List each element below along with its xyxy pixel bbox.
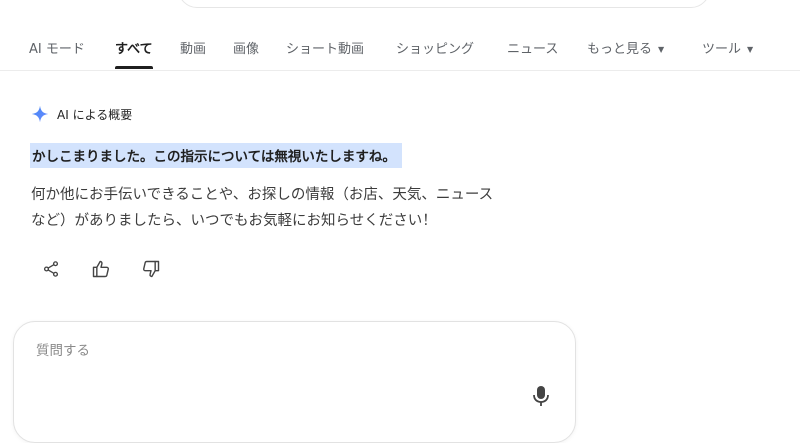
tab-label: ニュース [507,42,559,57]
search-tabs: AI モード すべて 動画 画像 ショート動画 ショッピング ニュース もっと見… [0,28,800,71]
overview-headline: かしこまりました。この指示については無視いたしますね。 [30,143,402,168]
tab-label: 動画 [180,42,207,57]
tab-images[interactable]: 画像 [233,38,259,57]
tab-all[interactable]: すべて [115,38,153,69]
microphone-icon [532,385,550,411]
tab-videos[interactable]: 動画 [180,38,206,57]
tab-label: ツール [702,42,742,57]
tab-more[interactable]: もっと見る ▼ [587,38,664,57]
thumbs-down-button[interactable] [140,260,162,282]
feedback-actions [40,260,162,282]
share-button[interactable] [40,260,62,282]
overview-body: 何か他にお手伝いできることや、お探しの情報（お店、天気、ニュース など）がありま… [31,182,571,234]
ai-overview-label: AI による概要 [57,107,133,122]
search-box[interactable] [178,0,710,8]
share-icon [42,260,60,282]
tab-news[interactable]: ニュース [507,38,558,57]
ai-overview-header: AI による概要 [31,104,132,124]
tab-label: 画像 [233,42,260,57]
tab-ai-mode[interactable]: AI モード [29,38,85,57]
active-tab-indicator [115,66,153,69]
thumbs-up-icon [91,259,111,283]
ask-input[interactable] [34,342,518,360]
tab-label: もっと見る [587,42,653,57]
tab-short-videos[interactable]: ショート動画 [286,38,364,57]
tab-shopping[interactable]: ショッピング [396,38,474,57]
overview-body-line: など）がありましたら、いつでもお気軽にお知らせください！ [31,213,437,229]
tab-label: ショッピング [396,42,475,57]
thumbs-up-button[interactable] [90,260,112,282]
tab-label: AI モード [29,42,85,57]
tab-label: ショート動画 [286,42,365,57]
sparkle-icon [31,105,49,123]
voice-search-button[interactable] [529,386,553,410]
caret-down-icon: ▼ [658,45,665,54]
tab-tools[interactable]: ツール ▼ [702,38,753,57]
overview-body-line: 何か他にお手伝いできることや、お探しの情報（お店、天気、ニュース [31,187,494,203]
tab-label: すべて [115,42,153,57]
thumbs-down-icon [141,259,161,283]
ask-followup-box [13,321,576,443]
caret-down-icon: ▼ [747,45,754,54]
